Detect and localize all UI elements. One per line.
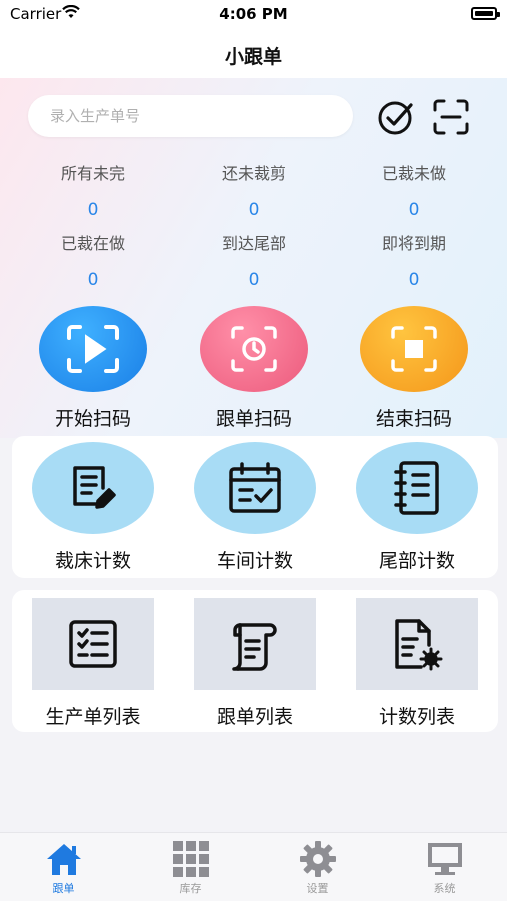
tab-inventory[interactable]: 库存 bbox=[127, 839, 254, 896]
scroll-icon bbox=[194, 598, 316, 690]
stat-value: 0 bbox=[248, 200, 260, 220]
tile-label: 尾部计数 bbox=[378, 550, 455, 572]
production-order-list-button[interactable]: 生产单列表 bbox=[12, 590, 174, 729]
scan-button-label: 结束扫码 bbox=[375, 408, 452, 430]
list-card: 生产单列表 跟单列表 计数列表 bbox=[12, 590, 498, 732]
stat-label: 所有未完 bbox=[60, 164, 125, 183]
page-title: 小跟单 bbox=[224, 46, 282, 68]
monitor-icon bbox=[425, 839, 465, 879]
play-scan-icon bbox=[39, 306, 147, 392]
tile-label: 跟单列表 bbox=[216, 706, 293, 728]
cutting-count-button[interactable]: 裁床计数 bbox=[12, 436, 174, 573]
stat-value: 0 bbox=[408, 270, 420, 290]
battery-icon bbox=[471, 7, 500, 20]
stat-label: 即将到期 bbox=[381, 234, 446, 253]
workshop-count-button[interactable]: 车间计数 bbox=[174, 436, 336, 573]
stat-label: 已裁在做 bbox=[60, 234, 125, 253]
tile-label: 生产单列表 bbox=[45, 706, 141, 728]
start-scan-button[interactable]: 开始扫码 bbox=[13, 306, 173, 431]
confirm-check-icon[interactable] bbox=[376, 97, 416, 137]
status-bar: Carrier 4:06 PM bbox=[0, 0, 507, 30]
stat-value: 0 bbox=[248, 270, 260, 290]
count-card: 裁床计数 车间计数 尾部计数 bbox=[12, 436, 498, 578]
clock: 4:06 PM bbox=[219, 5, 288, 23]
clock-scan-icon bbox=[200, 306, 308, 392]
tab-label: 设置 bbox=[306, 882, 329, 895]
document-edit-icon bbox=[32, 442, 154, 534]
tail-count-button[interactable]: 尾部计数 bbox=[336, 436, 498, 573]
stat-cut-in-progress[interactable]: 已裁在做 0 bbox=[13, 232, 173, 292]
calendar-check-icon bbox=[194, 442, 316, 534]
tab-follow[interactable]: 跟单 bbox=[0, 839, 127, 896]
scan-button-label: 开始扫码 bbox=[54, 408, 131, 430]
stop-scan-icon bbox=[360, 306, 468, 392]
stat-label: 已裁未做 bbox=[381, 164, 446, 183]
count-list-button[interactable]: 计数列表 bbox=[336, 590, 498, 729]
checklist-icon bbox=[32, 598, 154, 690]
follow-scan-button[interactable]: 跟单扫码 bbox=[174, 306, 334, 431]
tab-bar: 跟单 库存 设置 系统 bbox=[0, 832, 507, 901]
tile-label: 计数列表 bbox=[378, 706, 455, 728]
follow-list-button[interactable]: 跟单列表 bbox=[174, 590, 336, 729]
stat-not-cut[interactable]: 还未裁剪 0 bbox=[174, 162, 334, 222]
order-number-input[interactable]: 录入生产单号 bbox=[28, 95, 353, 137]
tab-system[interactable]: 系统 bbox=[381, 839, 507, 896]
tab-settings[interactable]: 设置 bbox=[254, 839, 381, 896]
tab-label: 库存 bbox=[179, 882, 202, 895]
home-icon bbox=[44, 839, 84, 879]
stat-label: 到达尾部 bbox=[221, 234, 286, 253]
stat-value: 0 bbox=[408, 200, 420, 220]
stat-all-unfinished[interactable]: 所有未完 0 bbox=[13, 162, 173, 222]
tab-label: 跟单 bbox=[52, 882, 75, 895]
navigation-bar: 小跟单 bbox=[0, 30, 507, 78]
scan-frame-icon[interactable] bbox=[431, 97, 471, 137]
stat-label: 还未裁剪 bbox=[221, 164, 286, 183]
tab-label: 系统 bbox=[433, 882, 456, 895]
end-scan-button[interactable]: 结束扫码 bbox=[334, 306, 494, 431]
tile-label: 裁床计数 bbox=[54, 550, 131, 572]
notebook-icon bbox=[356, 442, 478, 534]
stat-cut-not-made[interactable]: 已裁未做 0 bbox=[334, 162, 494, 222]
tile-label: 车间计数 bbox=[216, 550, 293, 572]
document-gear-icon bbox=[356, 598, 478, 690]
stat-value: 0 bbox=[87, 270, 99, 290]
scan-button-label: 跟单扫码 bbox=[215, 408, 292, 430]
gear-icon bbox=[298, 839, 338, 879]
stat-value: 0 bbox=[87, 200, 99, 220]
stat-reached-tail[interactable]: 到达尾部 0 bbox=[174, 232, 334, 292]
stat-due-soon[interactable]: 即将到期 0 bbox=[334, 232, 494, 292]
grid-icon bbox=[171, 839, 211, 879]
